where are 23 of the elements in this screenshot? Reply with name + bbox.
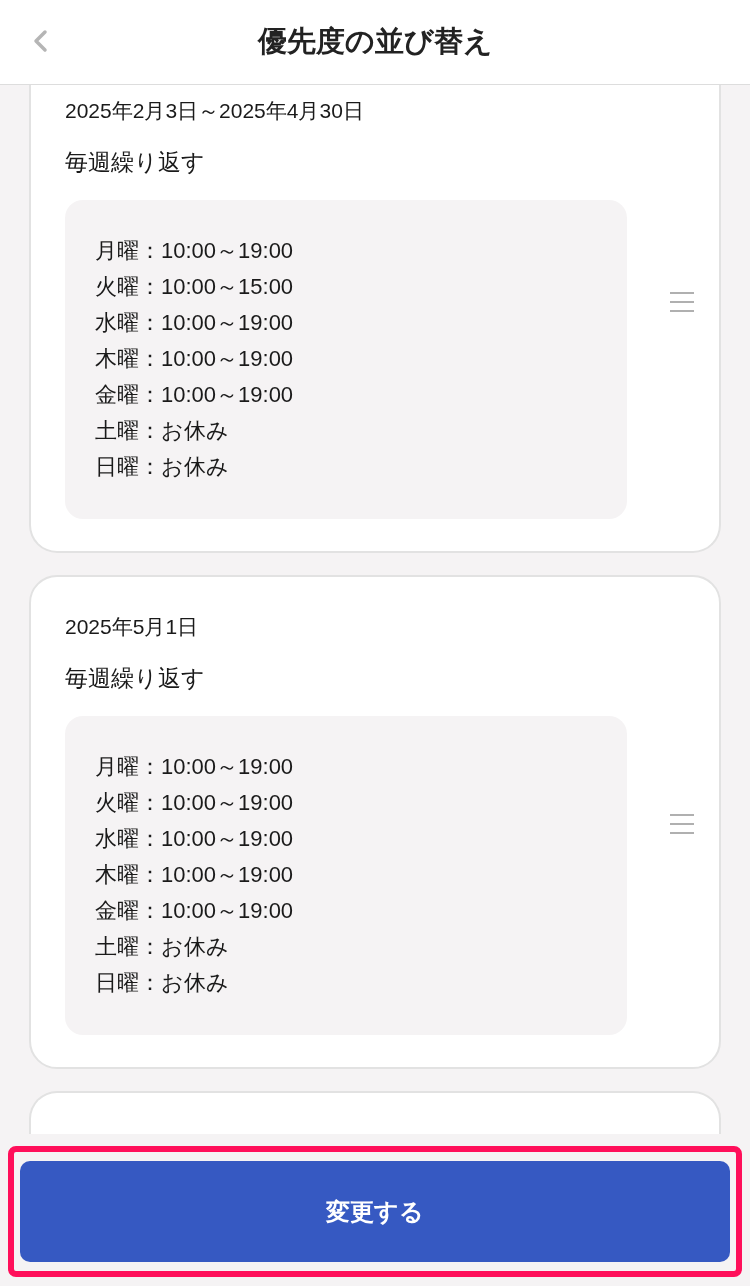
hours-line: 金曜：10:00～19:00 <box>95 897 295 925</box>
hours-line: 月曜：10:00～19:00 <box>95 753 295 781</box>
repeat-label: 毎週繰り返す <box>65 148 206 177</box>
date-range: 2025年2月3日～2025年4月30日 <box>65 98 365 124</box>
hours-line: 金曜：10:00～19:00 <box>95 381 295 409</box>
hours-line: 火曜：10:00～19:00 <box>95 789 295 817</box>
screen-title: 優先度の並び替え <box>257 24 493 59</box>
hours-line: 土曜：お休み <box>95 417 230 445</box>
drag-handle-icon[interactable] <box>669 291 695 313</box>
hours-line: 火曜：10:00～15:00 <box>95 273 295 301</box>
hours-line: 木曜：10:00～19:00 <box>95 861 295 889</box>
repeat-label: 毎週繰り返す <box>65 664 206 693</box>
back-chevron-icon[interactable] <box>32 29 48 53</box>
hours-line: 日曜：お休み <box>95 453 230 481</box>
drag-handle-icon[interactable] <box>669 813 695 835</box>
hours-line: 日曜：お休み <box>95 969 230 997</box>
hours-line: 木曜：10:00～19:00 <box>95 345 295 373</box>
hours-line: 水曜：10:00～19:00 <box>95 825 295 853</box>
hours-line: 月曜：10:00～19:00 <box>95 237 295 265</box>
date-range: 2025年5月1日 <box>65 614 200 640</box>
hours-line: 水曜：10:00～19:00 <box>95 309 295 337</box>
change-button[interactable]: 変更する <box>20 1161 730 1262</box>
hours-line: 土曜：お休み <box>95 933 230 961</box>
